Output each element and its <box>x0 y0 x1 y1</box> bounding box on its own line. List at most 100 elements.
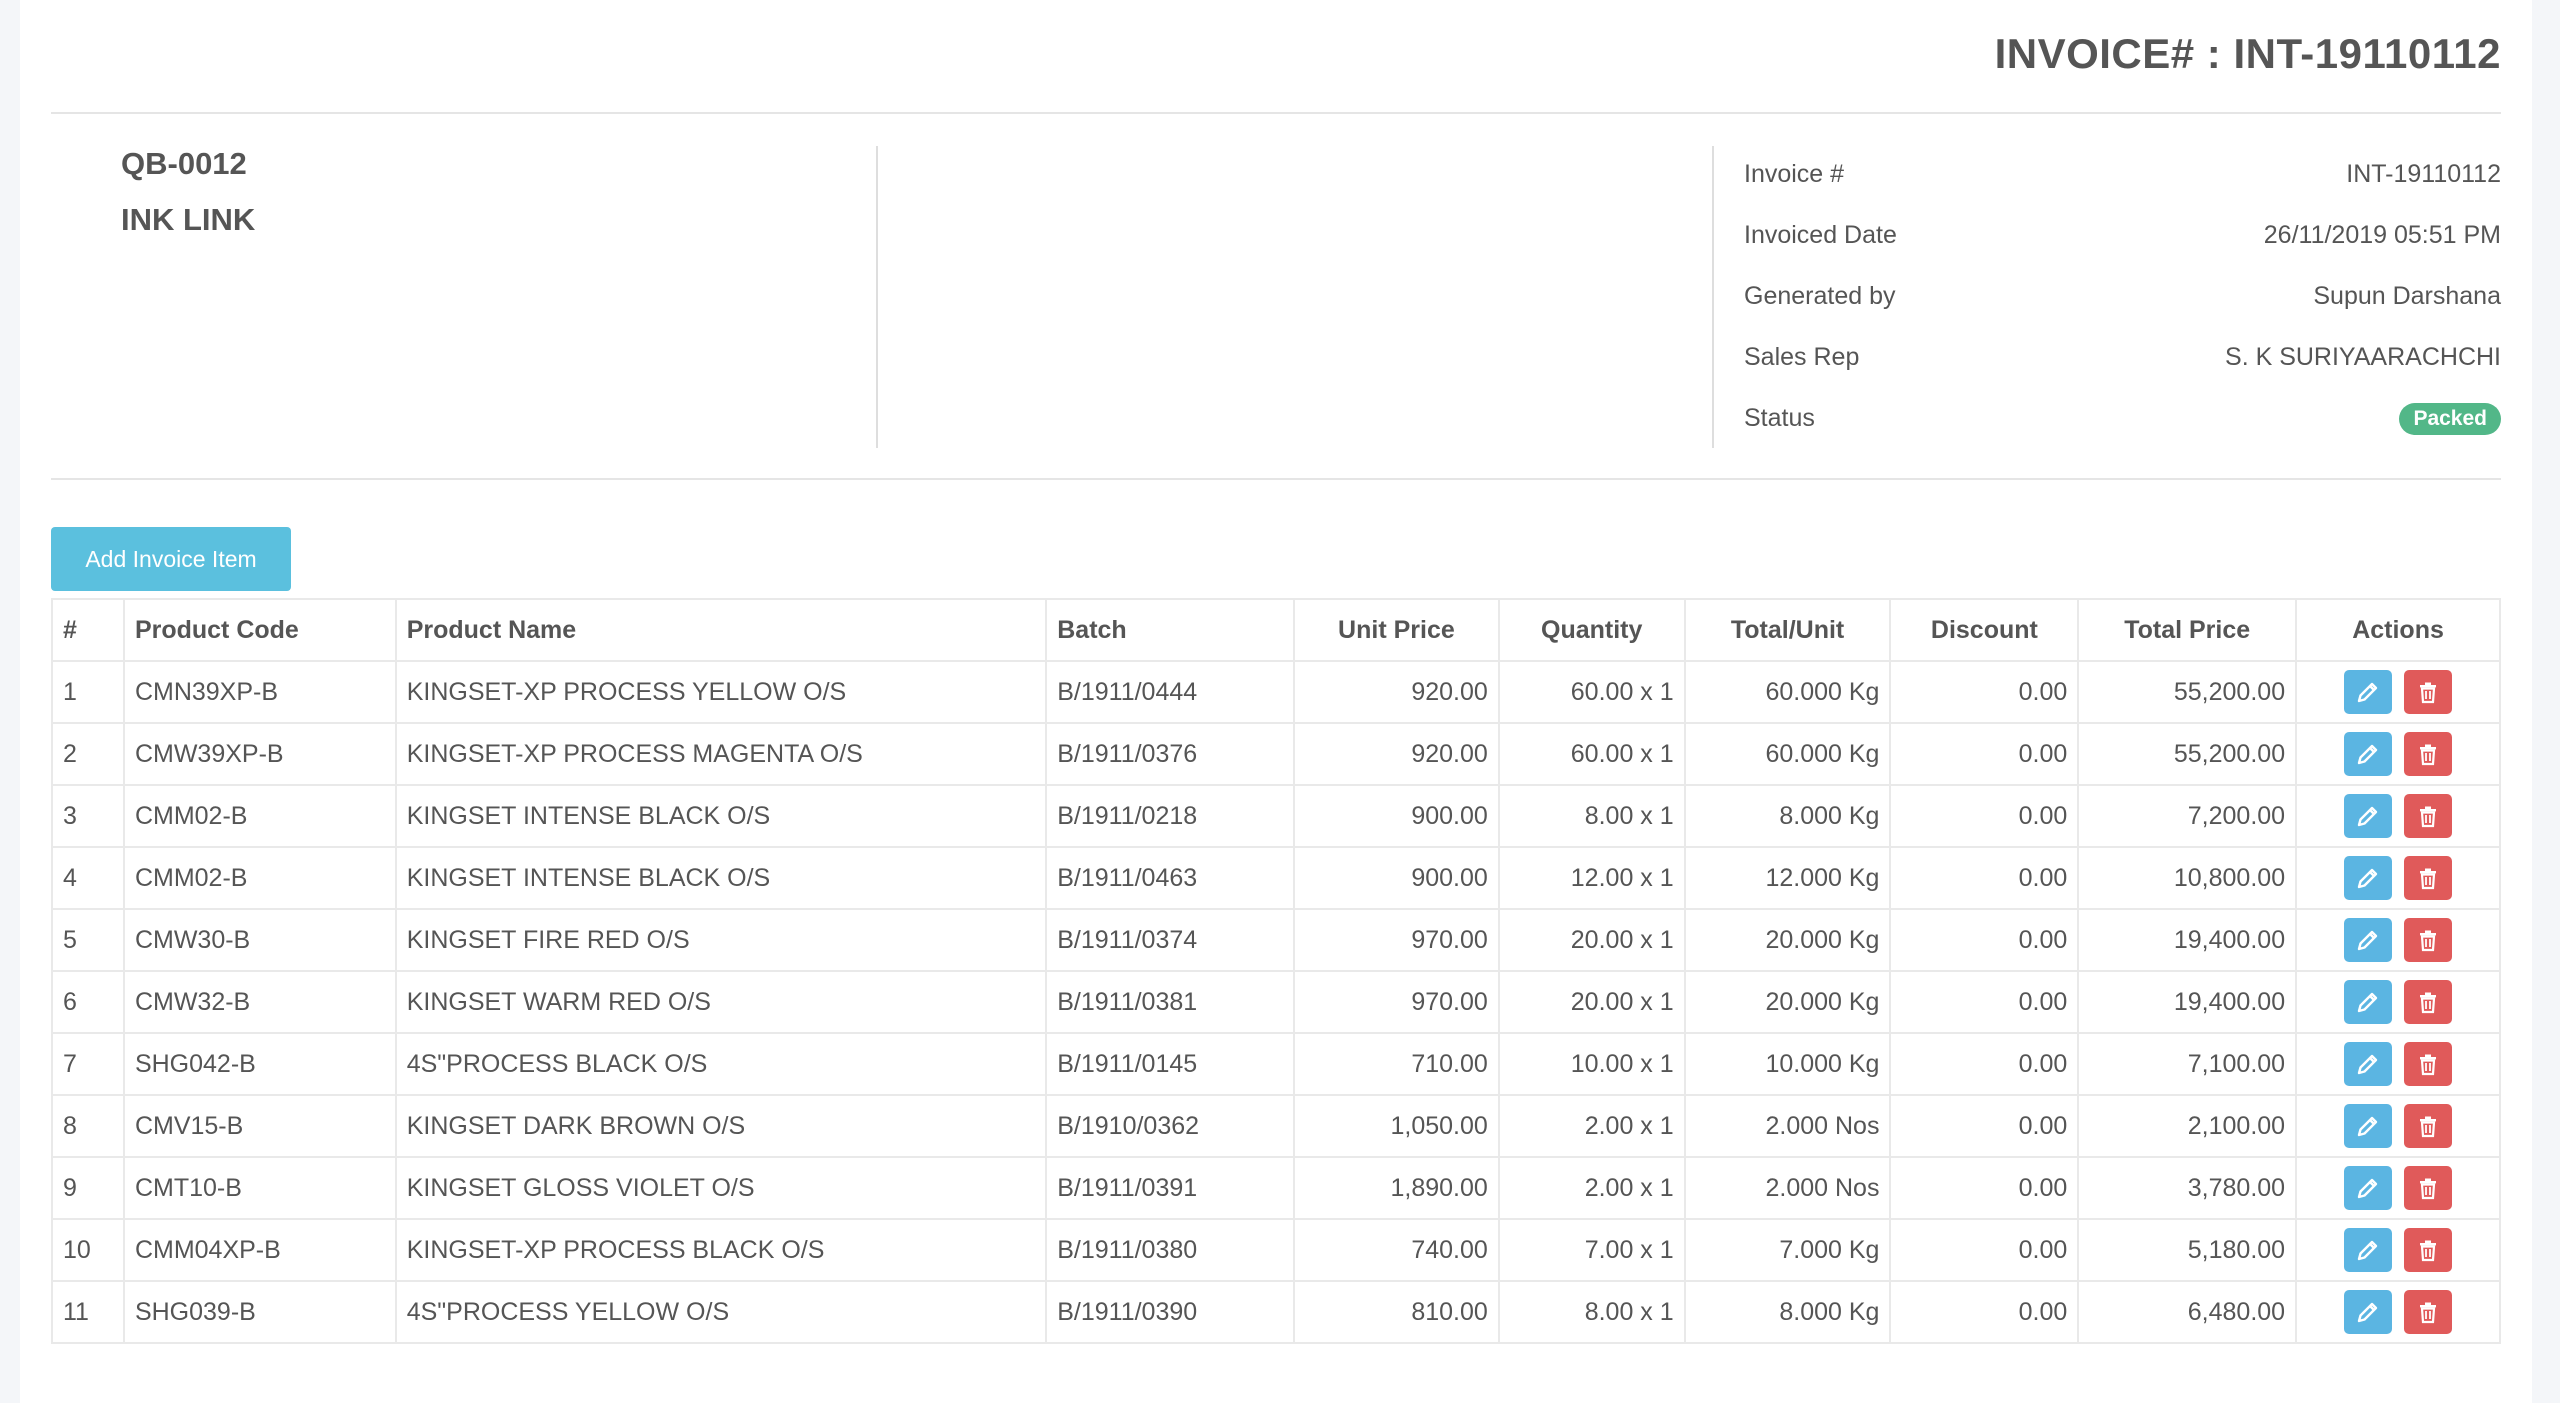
cell-unit-price: 920.00 <box>1293 722 1500 786</box>
delete-button[interactable] <box>2404 856 2453 900</box>
col-header-total-unit: Total/Unit <box>1683 598 1892 662</box>
cell-actions <box>2295 1280 2501 1344</box>
cell-quantity: 7.00 x 1 <box>1497 1218 1686 1282</box>
col-header-batch: Batch <box>1045 598 1295 662</box>
delete-button[interactable] <box>2404 732 2453 776</box>
cell-batch: B/1911/0376 <box>1045 722 1295 786</box>
customer-code: QB-0012 <box>121 146 247 181</box>
trash-icon <box>2420 1054 2437 1076</box>
cell-row-number: 1 <box>51 660 125 724</box>
table-body: 1 CMN39XP-B KINGSET-XP PROCESS YELLOW O/S B… <box>51 660 2501 1344</box>
edit-button[interactable] <box>2344 980 2393 1024</box>
meta-value: INT-19110112 <box>2346 160 2501 188</box>
meta-label: Invoice # <box>1744 160 1845 188</box>
cell-product-code: CMM02-B <box>122 846 397 910</box>
edit-button[interactable] <box>2344 1228 2393 1272</box>
edit-button[interactable] <box>2344 670 2393 714</box>
cell-quantity: 60.00 x 1 <box>1497 660 1686 724</box>
cell-actions <box>2295 1156 2501 1220</box>
cell-batch: B/1911/0391 <box>1045 1156 1295 1220</box>
cell-total-unit: 8.000 Kg <box>1683 784 1892 848</box>
invoice-meta: Invoice # INT-19110112 Invoiced Date 26/… <box>1744 144 2501 449</box>
meta-value: 26/11/2019 05:51 PM <box>2263 221 2501 249</box>
cell-product-code: CMM04XP-B <box>122 1218 397 1282</box>
meta-label: Status <box>1744 404 1815 432</box>
meta-row-invoiced-date: Invoiced Date 26/11/2019 05:51 PM <box>1744 205 2501 266</box>
cell-discount: 0.00 <box>1889 784 2080 848</box>
edit-button[interactable] <box>2344 1104 2393 1148</box>
pencil-icon <box>2357 1178 2378 1199</box>
cell-quantity: 20.00 x 1 <box>1497 970 1686 1034</box>
cell-discount: 0.00 <box>1889 1218 2080 1282</box>
edit-button[interactable] <box>2344 732 2393 776</box>
edit-button[interactable] <box>2344 856 2393 900</box>
cell-actions <box>2295 1032 2501 1096</box>
delete-button[interactable] <box>2404 794 2453 838</box>
delete-button[interactable] <box>2404 1228 2453 1272</box>
cell-total-unit: 2.000 Nos <box>1683 1156 1892 1220</box>
delete-button[interactable] <box>2404 1290 2453 1334</box>
table-row: 1 CMN39XP-B KINGSET-XP PROCESS YELLOW O/S B… <box>51 660 2501 724</box>
cell-total-price: 10,800.00 <box>2077 846 2298 910</box>
edit-button[interactable] <box>2344 1042 2393 1086</box>
edit-button[interactable] <box>2344 1166 2393 1210</box>
meta-row-invoice-number: Invoice # INT-19110112 <box>1744 144 2501 205</box>
pencil-icon <box>2357 1054 2378 1075</box>
pencil-icon <box>2357 1240 2378 1261</box>
delete-button[interactable] <box>2404 670 2453 714</box>
cell-total-price: 5,180.00 <box>2077 1218 2298 1282</box>
cell-unit-price: 810.00 <box>1293 1280 1500 1344</box>
delete-button[interactable] <box>2404 1042 2453 1086</box>
cell-unit-price: 900.00 <box>1293 784 1500 848</box>
cell-batch: B/1911/0390 <box>1045 1280 1295 1344</box>
cell-batch: B/1910/0362 <box>1045 1094 1295 1158</box>
trash-icon <box>2420 682 2437 704</box>
cell-product-code: CMW32-B <box>122 970 397 1034</box>
cell-product-code: CMV15-B <box>122 1094 397 1158</box>
delete-button[interactable] <box>2404 980 2453 1024</box>
cell-product-code: SHG039-B <box>122 1280 397 1344</box>
cell-unit-price: 920.00 <box>1293 660 1500 724</box>
cell-actions <box>2295 784 2501 848</box>
col-header-product-name: Product Name <box>394 598 1048 662</box>
cell-product-name: KINGSET-XP PROCESS YELLOW O/S <box>394 660 1048 724</box>
table-header-row: # Product Code Product Name Batch Unit P… <box>51 598 2501 662</box>
col-header-quantity: Quantity <box>1497 598 1686 662</box>
table-row: 2 CMW39XP-B KINGSET-XP PROCESS MAGENTA O/S… <box>51 722 2501 786</box>
trash-icon <box>2420 1240 2437 1262</box>
cell-total-price: 55,200.00 <box>2077 660 2298 724</box>
cell-total-price: 19,400.00 <box>2077 970 2298 1034</box>
cell-total-price: 19,400.00 <box>2077 908 2298 972</box>
pencil-icon <box>2357 806 2378 827</box>
cell-total-unit: 20.000 Kg <box>1683 970 1892 1034</box>
cell-row-number: 2 <box>51 722 125 786</box>
cell-product-name: KINGSET GLOSS VIOLET O/S <box>394 1156 1048 1220</box>
cell-discount: 0.00 <box>1889 660 2080 724</box>
delete-button[interactable] <box>2404 1166 2453 1210</box>
edit-button[interactable] <box>2344 918 2393 962</box>
edit-button[interactable] <box>2344 794 2393 838</box>
cell-total-unit: 60.000 Kg <box>1683 660 1892 724</box>
cell-product-name: KINGSET FIRE RED O/S <box>394 908 1048 972</box>
table-row: 8 CMV15-B KINGSET DARK BROWN O/S B/1910/036… <box>51 1094 2501 1158</box>
cell-product-name: KINGSET-XP PROCESS MAGENTA O/S <box>394 722 1048 786</box>
cell-unit-price: 740.00 <box>1293 1218 1500 1282</box>
delete-button[interactable] <box>2404 918 2453 962</box>
cell-actions <box>2295 970 2501 1034</box>
column-divider <box>876 146 878 448</box>
cell-product-code: SHG042-B <box>122 1032 397 1096</box>
cell-unit-price: 710.00 <box>1293 1032 1500 1096</box>
cell-product-name: KINGSET INTENSE BLACK O/S <box>394 846 1048 910</box>
cell-quantity: 10.00 x 1 <box>1497 1032 1686 1096</box>
col-header-discount: Discount <box>1889 598 2080 662</box>
pencil-icon <box>2357 1302 2378 1323</box>
cell-total-unit: 7.000 Kg <box>1683 1218 1892 1282</box>
table-row: 10 CMM04XP-B KINGSET-XP PROCESS BLACK O/S B… <box>51 1218 2501 1282</box>
status-badge: Packed <box>2399 402 2501 435</box>
pencil-icon <box>2357 992 2378 1013</box>
cell-row-number: 6 <box>51 970 125 1034</box>
edit-button[interactable] <box>2344 1290 2393 1334</box>
delete-button[interactable] <box>2404 1104 2453 1148</box>
column-divider <box>1712 146 1714 448</box>
add-invoice-item-button[interactable]: Add Invoice Item <box>51 527 291 591</box>
